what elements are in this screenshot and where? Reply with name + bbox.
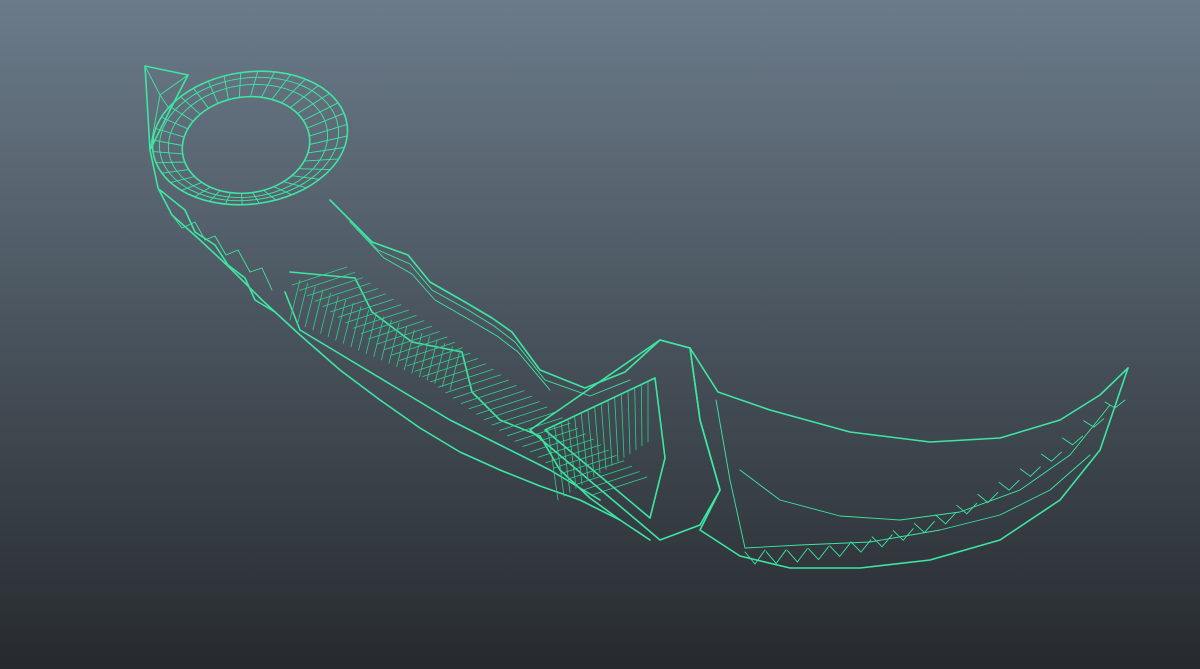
blade xyxy=(689,347,1129,569)
3d-viewport[interactable] xyxy=(0,0,1200,669)
blade-guard xyxy=(529,339,721,541)
pommel-spike xyxy=(144,65,189,151)
mesh-wire-group xyxy=(144,65,1129,569)
finger-ring xyxy=(151,70,349,206)
spine-jimping xyxy=(171,214,273,291)
karambit-wireframe-mesh[interactable] xyxy=(0,0,1200,669)
